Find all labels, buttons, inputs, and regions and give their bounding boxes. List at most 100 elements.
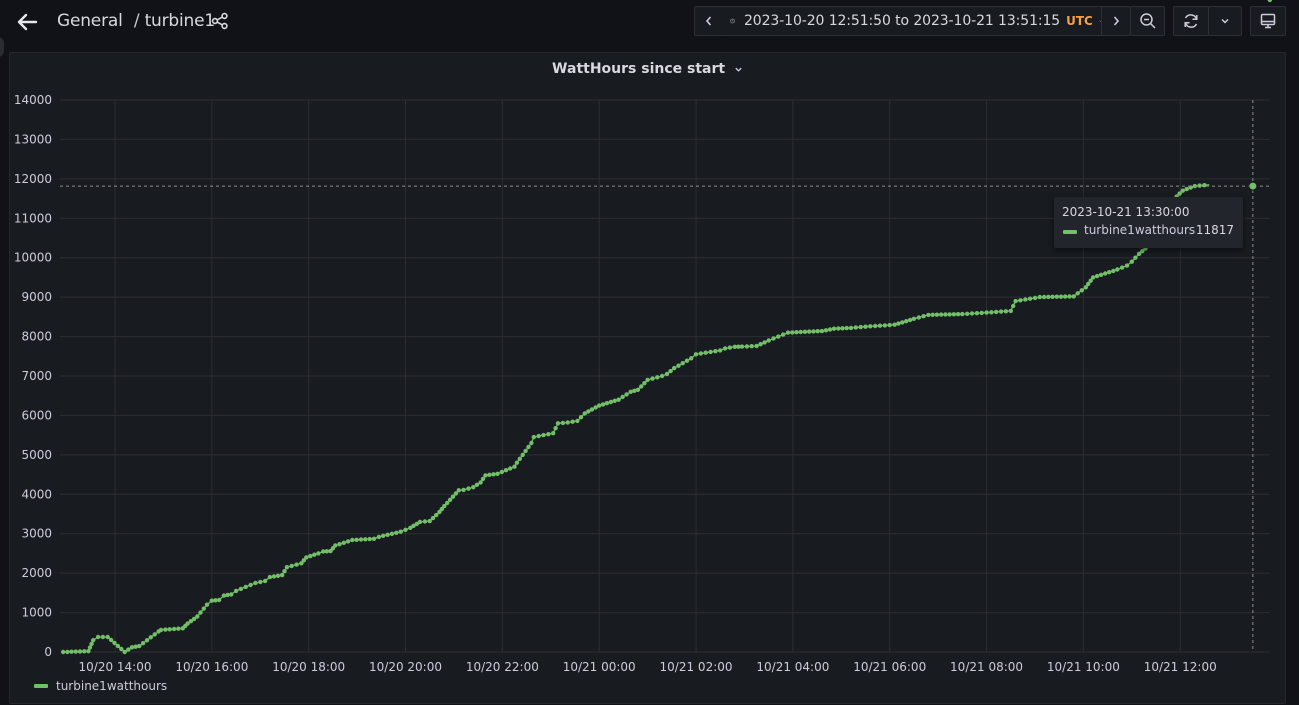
data-point xyxy=(939,312,944,317)
data-point xyxy=(744,344,750,349)
legend-series-color xyxy=(34,684,48,688)
data-point xyxy=(100,634,106,640)
data-point xyxy=(1115,267,1120,272)
data-point xyxy=(367,536,372,542)
data-point xyxy=(381,533,386,538)
data-point xyxy=(341,540,346,545)
data-point xyxy=(600,402,606,407)
data-point xyxy=(1046,294,1051,300)
data-point xyxy=(248,582,253,588)
y-tick-label: 12000 xyxy=(14,172,52,186)
data-point xyxy=(204,602,210,607)
data-point xyxy=(718,348,723,353)
data-point xyxy=(284,565,290,570)
data-point xyxy=(434,512,439,518)
data-point xyxy=(578,415,584,420)
data-point xyxy=(708,349,713,355)
data-point xyxy=(947,312,952,317)
data-point xyxy=(575,418,580,424)
data-point xyxy=(333,543,338,548)
y-tick-label: 5000 xyxy=(21,448,52,462)
data-point xyxy=(1107,270,1112,275)
data-point xyxy=(108,637,114,643)
data-point xyxy=(1050,294,1055,299)
data-point xyxy=(612,398,617,403)
data-point xyxy=(589,407,595,412)
data-point xyxy=(198,610,203,615)
data-point xyxy=(911,316,917,321)
data-point xyxy=(1103,271,1108,276)
data-point xyxy=(553,426,558,431)
data-point xyxy=(282,569,287,574)
data-point xyxy=(526,444,531,450)
data-point xyxy=(668,368,673,374)
x-tick-label: 10/21 02:00 xyxy=(660,660,733,674)
data-point xyxy=(551,431,556,436)
data-point xyxy=(882,323,888,328)
data-point xyxy=(546,432,551,437)
data-point xyxy=(863,324,868,329)
data-point xyxy=(655,375,660,380)
data-point xyxy=(294,562,299,567)
data-point xyxy=(659,373,665,379)
data-point xyxy=(689,356,694,361)
data-point xyxy=(115,643,121,649)
data-point xyxy=(1041,294,1047,300)
y-tick-label: 8000 xyxy=(21,330,52,344)
hover-tooltip: 2023-10-21 13:30:00 turbine1watthours 11… xyxy=(1054,197,1243,248)
x-tick-label: 10/21 08:00 xyxy=(950,660,1023,674)
data-point xyxy=(680,361,685,366)
data-point xyxy=(807,329,812,334)
tooltip-series-name: turbine1watthours xyxy=(1084,223,1196,237)
data-point xyxy=(512,464,517,469)
data-point xyxy=(495,471,500,476)
data-point xyxy=(1098,272,1104,277)
data-point xyxy=(811,329,816,334)
data-point xyxy=(478,480,483,485)
data-point xyxy=(267,574,273,580)
data-point xyxy=(823,328,829,333)
data-point xyxy=(892,322,897,327)
data-point xyxy=(216,597,222,603)
data-point xyxy=(739,344,745,349)
data-point xyxy=(171,626,177,632)
data-point xyxy=(815,329,820,334)
data-point xyxy=(517,456,522,461)
legend-item[interactable]: turbine1watthours xyxy=(34,679,167,693)
data-point xyxy=(1037,294,1043,300)
data-point xyxy=(65,649,70,655)
data-point xyxy=(1058,294,1064,299)
time-series-chart[interactable]: 0 1000 2000 3000 4000 5000 6000 7000 8000 9000 100… xyxy=(0,0,1299,705)
data-point xyxy=(262,578,268,584)
data-point xyxy=(969,311,975,316)
y-tick-label: 0 xyxy=(44,645,52,659)
tooltip-time: 2023-10-21 13:30:00 xyxy=(1062,205,1190,219)
y-tick-label: 13000 xyxy=(14,132,52,146)
data-point xyxy=(122,649,127,655)
data-point xyxy=(371,536,377,541)
data-point xyxy=(176,626,181,631)
data-point xyxy=(848,325,854,331)
data-point xyxy=(337,542,342,547)
data-point xyxy=(926,312,931,318)
data-point xyxy=(994,309,999,315)
data-point xyxy=(676,363,681,368)
data-point xyxy=(1124,263,1130,268)
data-point xyxy=(887,322,892,328)
x-tick-label: 10/20 18:00 xyxy=(272,660,345,674)
series-line xyxy=(63,184,1210,653)
data-point xyxy=(560,420,566,426)
data-point xyxy=(727,345,733,350)
data-point xyxy=(229,592,234,597)
data-point xyxy=(1119,265,1125,270)
data-point xyxy=(684,358,690,363)
data-point xyxy=(520,452,525,458)
data-point xyxy=(1079,288,1085,293)
data-point xyxy=(749,344,754,349)
data-point xyxy=(624,392,629,397)
data-point xyxy=(831,326,837,331)
data-point xyxy=(802,329,808,334)
x-tick-label: 10/21 12:00 xyxy=(1144,660,1217,674)
data-point xyxy=(137,643,142,649)
data-point xyxy=(766,338,771,343)
